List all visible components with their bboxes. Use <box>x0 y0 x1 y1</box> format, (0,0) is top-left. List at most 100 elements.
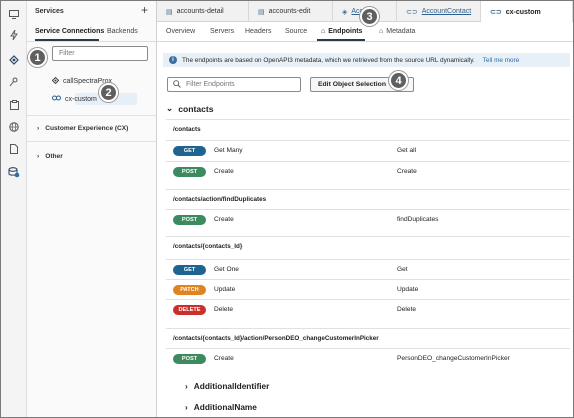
endpoint-name[interactable]: Create <box>214 355 234 362</box>
endpoint-description: Delete <box>397 306 417 313</box>
annotation-badge-4: 4 <box>389 71 408 90</box>
chevron-right-icon: › <box>37 153 40 160</box>
globe-icon[interactable] <box>8 121 20 133</box>
chevron-right-icon: › <box>185 381 188 391</box>
endpoints-icon: ⌂ <box>321 28 326 35</box>
link-icon <box>52 95 61 103</box>
endpoint-description: PersonDEO_changeCustomerInPicker <box>397 355 510 362</box>
banner-text: The endpoints are based on OpenAPI3 meta… <box>182 56 475 64</box>
divider <box>166 119 570 120</box>
endpoint-name[interactable]: Update <box>214 286 235 293</box>
tab-headers[interactable]: Headers <box>245 28 271 35</box>
tab-label: cx-custom <box>505 8 541 16</box>
method-badge-post: POST <box>173 215 206 225</box>
tab-cx-custom[interactable]: ⊂⊃ cx-custom <box>481 1 573 23</box>
tab-backends[interactable]: Backends <box>107 28 138 35</box>
annotation-badge-2: 2 <box>99 83 118 102</box>
endpoint-name[interactable]: Create <box>214 216 234 223</box>
group-label: Customer Experience (CX) <box>45 125 129 132</box>
tree-item-label: cx-custom <box>65 95 97 103</box>
endpoint-name[interactable]: Create <box>214 168 234 175</box>
method-badge-post: POST <box>173 167 206 177</box>
filter-endpoints-input[interactable]: Filter Endpoints <box>167 77 301 92</box>
endpoint-name[interactable]: Delete <box>214 306 233 313</box>
divider <box>166 209 570 210</box>
panel-title: Services <box>35 8 64 15</box>
section-additionalname[interactable]: › AdditionalName <box>185 402 257 412</box>
divider <box>27 41 157 42</box>
clipboard-icon[interactable] <box>8 99 20 111</box>
section-label: AdditionalName <box>193 402 257 412</box>
monitor-icon[interactable] <box>8 8 20 20</box>
group-label: Other <box>45 153 63 160</box>
group-other[interactable]: › Other <box>37 153 63 160</box>
document-icon[interactable] <box>8 143 20 155</box>
lightning-icon[interactable] <box>8 29 20 41</box>
search-icon <box>173 79 181 90</box>
tab-label: accounts-detail <box>176 8 224 15</box>
section-additionalidentifier[interactable]: › AdditionalIdentifier <box>185 381 269 391</box>
divider <box>166 259 570 260</box>
info-banner: i The endpoints are based on OpenAPI3 me… <box>163 53 570 67</box>
tell-me-more-link[interactable]: Tell me more <box>483 57 520 64</box>
endpoint-name[interactable]: Get One <box>214 266 239 273</box>
method-badge-get: GET <box>173 146 206 156</box>
endpoint-name[interactable]: Get Many <box>214 147 243 154</box>
method-badge-post: POST <box>173 354 206 364</box>
group-customer-experience[interactable]: › Customer Experience (CX) <box>37 125 128 132</box>
endpoint-path: /contacts <box>173 126 201 133</box>
divider <box>166 299 570 300</box>
activity-bar <box>1 1 27 417</box>
endpoint-description: Get all <box>397 147 417 154</box>
tab-metadata[interactable]: ⌂ Metadata <box>379 28 415 35</box>
tree-item-cx-custom[interactable]: cx-custom <box>52 95 97 103</box>
tab-overview[interactable]: Overview <box>166 28 195 35</box>
annotation-badge-3: 3 <box>360 7 379 26</box>
tab-accounts-detail[interactable]: ▤ accounts-detail <box>157 1 249 22</box>
tab-source[interactable]: Source <box>285 28 307 35</box>
section-contacts[interactable]: ⌄ contacts <box>166 103 214 114</box>
tab-service-connections[interactable]: Service Connections <box>35 28 104 35</box>
section-label: AdditionalIdentifier <box>193 381 270 391</box>
divider <box>166 279 570 280</box>
page-icon: ▤ <box>166 8 173 16</box>
divider <box>166 161 570 162</box>
add-service-button[interactable]: + <box>141 4 148 16</box>
tab-accountcontact[interactable]: ⊂⊃ AccountContact <box>397 1 481 22</box>
divider <box>166 348 570 349</box>
service-icon: ◈ <box>342 8 348 16</box>
tab-servers[interactable]: Servers <box>210 28 234 35</box>
link-icon: ⊂⊃ <box>406 8 418 16</box>
method-badge-patch: PATCH <box>173 285 206 295</box>
tab-label: Endpoints <box>328 28 363 35</box>
tab-accounts-edit[interactable]: ▤ accounts-edit <box>249 1 333 22</box>
page-icon: ▤ <box>258 8 265 16</box>
divider <box>166 236 570 237</box>
divider <box>27 141 157 142</box>
database-icon[interactable] <box>8 166 20 178</box>
service-filter-input[interactable]: Filter <box>52 46 148 61</box>
tab-label: Metadata <box>386 28 416 35</box>
endpoint-description: Get <box>397 266 408 273</box>
divider <box>166 328 570 329</box>
chevron-right-icon: › <box>37 125 40 132</box>
active-tab-indicator <box>317 39 365 41</box>
filter-placeholder: Filter Endpoints <box>186 81 235 88</box>
divider <box>166 189 570 190</box>
chevron-right-icon: › <box>185 402 188 412</box>
annotation-badge-1: 1 <box>28 48 47 67</box>
endpoint-description: Create <box>397 168 417 175</box>
services-panel: Services + Service Connections Backends … <box>27 1 157 417</box>
tab-endpoints[interactable]: ⌂ Endpoints <box>321 28 362 35</box>
pin-icon[interactable] <box>8 76 20 88</box>
method-badge-delete: DELETE <box>173 305 206 315</box>
divider <box>166 140 570 141</box>
tab-label: AccountContact <box>421 8 472 15</box>
endpoint-description: Update <box>397 286 419 293</box>
endpoint-description: findDuplicates <box>397 216 439 223</box>
chevron-down-icon: ⌄ <box>166 103 174 113</box>
endpoint-path: /contacts/{contacts_Id}/action/PersonDEO… <box>173 335 379 342</box>
metadata-icon: ⌂ <box>379 28 384 35</box>
endpoint-path: /contacts/action/findDuplicates <box>173 196 267 203</box>
services-icon[interactable] <box>8 54 20 66</box>
